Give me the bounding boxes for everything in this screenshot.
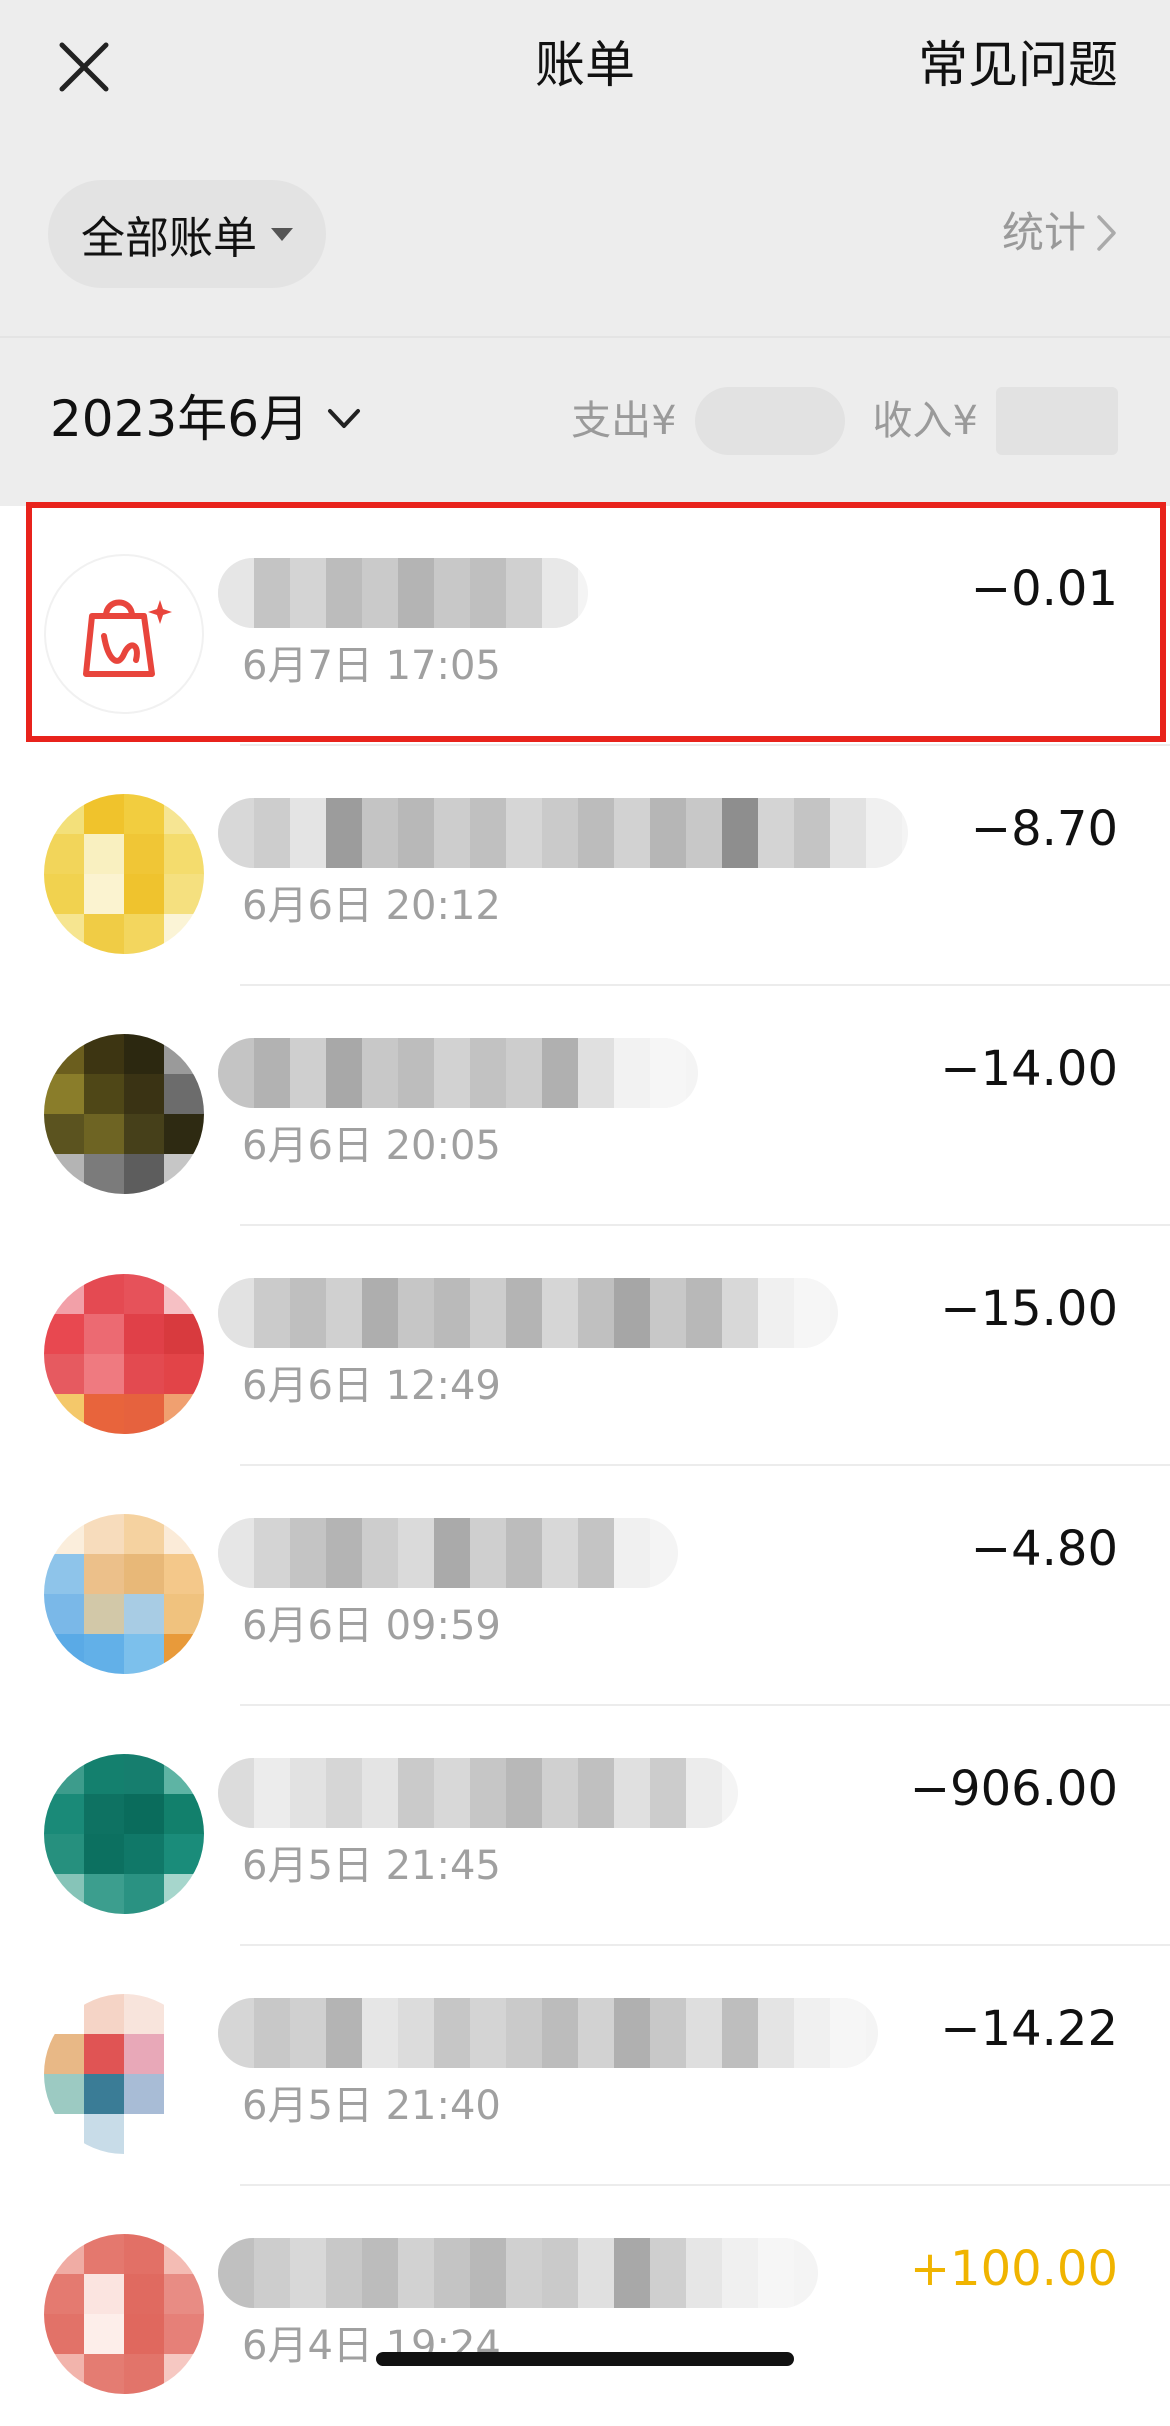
merchant-name-redacted xyxy=(218,2238,818,2308)
merchant-avatar xyxy=(44,1754,204,1914)
transaction-datetime: 6月5日 21:45 xyxy=(242,1843,501,1889)
expense-total-redacted xyxy=(694,387,845,455)
merchant-name-redacted xyxy=(218,1038,698,1108)
transaction-datetime: 6月6日 20:05 xyxy=(242,1123,501,1169)
transaction-amount: +100.00 xyxy=(909,2241,1118,2297)
transaction-row[interactable]: 6月6日 20:12 −8.70 xyxy=(0,746,1170,986)
transaction-datetime: 6月6日 12:49 xyxy=(242,1363,501,1409)
merchant-name-redacted xyxy=(218,558,588,628)
bill-filter-dropdown[interactable]: 全部账单 xyxy=(48,180,326,288)
transaction-amount: −15.00 xyxy=(940,1281,1118,1337)
stats-link[interactable]: 统计 xyxy=(1002,200,1118,266)
caret-down-icon xyxy=(271,227,293,241)
merchant-avatar xyxy=(44,1034,204,1194)
transaction-row[interactable]: 6月5日 21:40 −14.22 xyxy=(0,1946,1170,2186)
transaction-amount: −14.22 xyxy=(940,2001,1118,2057)
merchant-name-redacted xyxy=(218,1278,838,1348)
merchant-name-redacted xyxy=(218,798,908,868)
income-label: 收入¥ xyxy=(872,398,978,444)
transaction-row[interactable]: 6月6日 12:49 −15.00 xyxy=(0,1226,1170,1466)
income-total-redacted xyxy=(996,387,1118,455)
transaction-datetime: 6月7日 17:05 xyxy=(242,643,501,689)
transaction-list: 6月7日 17:05 −0.01 6月6日 20:12 −8.70 6月6日 2… xyxy=(0,506,1170,2426)
transaction-amount: −906.00 xyxy=(909,1761,1118,1817)
transaction-row[interactable]: 6月4日 19:24 +100.00 xyxy=(0,2186,1170,2426)
faq-link[interactable]: 常见问题 xyxy=(918,30,1118,100)
merchant-avatar xyxy=(44,2234,204,2394)
chevron-right-icon xyxy=(1097,215,1116,251)
shopping-bag-icon xyxy=(44,554,204,714)
top-bar: 账单 常见问题 全部账单 统计 xyxy=(0,0,1170,336)
chevron-down-icon xyxy=(328,409,361,428)
transaction-datetime: 6月5日 21:40 xyxy=(242,2083,501,2129)
merchant-name-redacted xyxy=(218,1998,878,2068)
merchant-avatar xyxy=(44,794,204,954)
transaction-datetime: 6月6日 09:59 xyxy=(242,1603,501,1649)
stats-label: 统计 xyxy=(1001,208,1086,257)
transaction-amount: −0.01 xyxy=(970,561,1118,617)
home-indicator[interactable] xyxy=(376,2352,794,2366)
month-summary-bar: 2023年6月 支出¥ 收入¥ xyxy=(0,338,1170,506)
bill-filter-label: 全部账单 xyxy=(81,213,257,264)
month-selector[interactable]: 2023年6月 xyxy=(50,384,361,454)
month-summary: 支出¥ 收入¥ xyxy=(571,386,1118,456)
transaction-row[interactable]: 6月6日 09:59 −4.80 xyxy=(0,1466,1170,1706)
expense-label: 支出¥ xyxy=(571,398,677,444)
merchant-avatar xyxy=(44,1514,204,1674)
merchant-avatar xyxy=(44,1274,204,1434)
merchant-name-redacted xyxy=(218,1518,678,1588)
transaction-amount: −8.70 xyxy=(970,801,1118,857)
month-label: 2023年6月 xyxy=(50,390,310,448)
transaction-amount: −14.00 xyxy=(940,1041,1118,1097)
transaction-row[interactable]: 6月5日 21:45 −906.00 xyxy=(0,1706,1170,1946)
merchant-avatar xyxy=(44,1994,204,2154)
transaction-datetime: 6月6日 20:12 xyxy=(242,883,501,929)
transaction-amount: −4.80 xyxy=(970,1521,1118,1577)
transaction-row[interactable]: 6月7日 17:05 −0.01 xyxy=(0,506,1170,746)
merchant-name-redacted xyxy=(218,1758,738,1828)
transaction-row[interactable]: 6月6日 20:05 −14.00 xyxy=(0,986,1170,1226)
